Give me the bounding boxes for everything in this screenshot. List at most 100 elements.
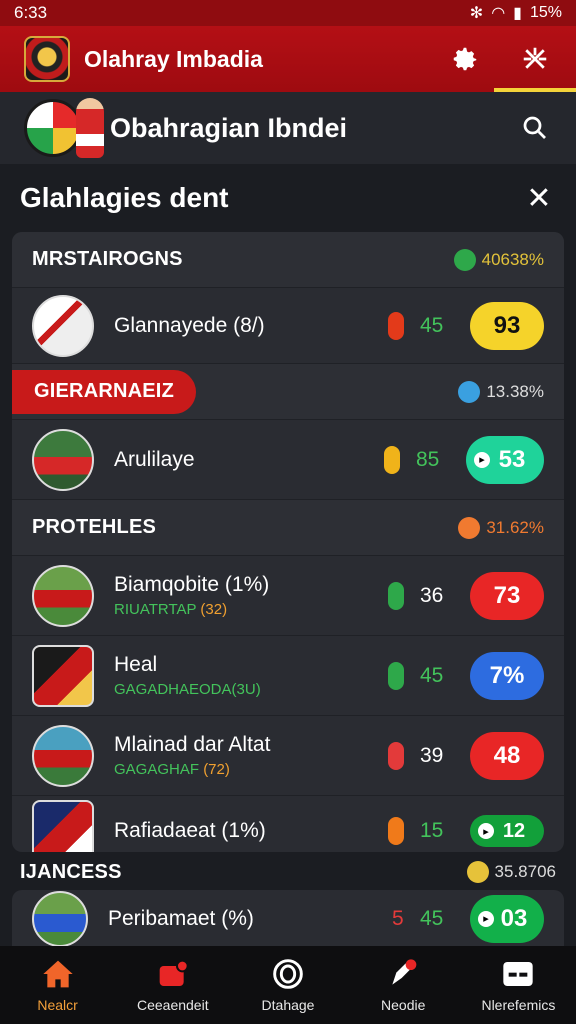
list-item[interactable]: Mlainad dar Altat GAGAGHAF (72) 39 48 (12, 716, 564, 796)
wifi-icon: ◠ (491, 5, 506, 22)
player-avatar (32, 294, 94, 357)
score-badge[interactable]: 93 (470, 301, 544, 350)
nav-item-home[interactable]: Nealcr (0, 946, 115, 1024)
player-subscore: (32) (200, 601, 228, 618)
score-badge[interactable]: ▸ 53 (466, 435, 544, 484)
player-position: GAGAGHAF (114, 761, 200, 778)
player-stat: 45 (420, 906, 444, 930)
app-bar: Olahray Imbadia (0, 26, 576, 92)
play-icon: ▸ (474, 451, 490, 468)
section-percent: 35.8706 (494, 862, 556, 881)
network-icon[interactable] (518, 42, 552, 76)
player-stat: 39 (420, 743, 444, 767)
player-avatar (32, 890, 88, 947)
player-stat: 85 (416, 447, 440, 471)
player-name: Heal (114, 653, 158, 676)
status-time: 6:33 (14, 3, 48, 22)
signal-icon: ▮ (513, 5, 522, 22)
player-name: Glannayede (8/) (114, 313, 265, 337)
list-item[interactable]: Rafiadaeat (1%) 15 ▸ 12 (12, 796, 564, 852)
club-logo (24, 36, 70, 82)
player-position: GAGADHAEODA(3U) (114, 681, 261, 698)
score-badge[interactable]: ▸ 12 (470, 815, 544, 847)
player-position: RIUATRTAP (114, 601, 197, 618)
club-crest (32, 644, 94, 707)
trophy-icon (453, 248, 476, 271)
section-label: MRSTAIROGNS (32, 248, 183, 270)
nav-item-circle[interactable]: Dtahage (230, 946, 345, 1024)
profile-bar: Obahragian Ibndei (0, 92, 576, 164)
player-stat: 15 (420, 819, 444, 842)
gear-icon[interactable] (448, 42, 482, 76)
section-percent: 13.38% (486, 381, 544, 401)
section-header: IJANCESS 35.8706 (12, 854, 564, 890)
close-icon[interactable]: ✕ (522, 181, 556, 216)
nav-item-pen[interactable]: Neodie (346, 946, 461, 1024)
pen-icon (386, 957, 420, 991)
status-pill-icon (388, 741, 404, 770)
card-icon (501, 957, 535, 991)
player-stat: 45 (420, 663, 444, 687)
bluetooth-icon: ✻ (469, 5, 484, 22)
status-pill-icon (388, 661, 404, 690)
player-avatar (32, 724, 94, 787)
trophy-icon (458, 516, 481, 539)
play-icon: ▸ (478, 823, 494, 839)
nav-item-card[interactable]: Nlerefemics (461, 946, 576, 1024)
panel-title: Glahlagies dent (20, 182, 229, 213)
club-crest (32, 800, 94, 852)
list-item[interactable]: Heal GAGADHAEODA(3U) 45 7% (12, 636, 564, 716)
circle-icon (271, 957, 305, 991)
nav-item-media[interactable]: Ceeaendeit (115, 946, 230, 1024)
player-stat: 45 (420, 313, 444, 337)
home-icon (41, 957, 75, 991)
player-figure (76, 98, 104, 158)
section-header: PROTEHLES 31.62% (12, 500, 564, 556)
play-icon: ▸ (478, 910, 494, 927)
section-label: PROTEHLES (32, 516, 157, 538)
list-item[interactable]: Peribamaet (%) 5 45 ▸ 03 (12, 890, 564, 948)
panel-header: Glahlagies dent ✕ (0, 164, 576, 232)
media-icon (156, 957, 190, 991)
section-header: MRSTAIROGNS 40638% (12, 232, 564, 288)
list-item[interactable]: Glannayede (8/) 45 93 (12, 288, 564, 364)
player-avatar (32, 564, 94, 627)
drop-icon (458, 380, 481, 403)
status-pill-icon (384, 445, 400, 474)
section-percent: 40638% (481, 249, 544, 269)
player-name: Biamqobite (1%) (114, 573, 270, 596)
player-name: Peribamaet (%) (108, 906, 254, 930)
section-label: GIERARNAEIZ (34, 380, 174, 402)
player-subscore: (72) (203, 761, 230, 778)
status-bar: 6:33 ✻ ◠ ▮ 15% (0, 0, 576, 26)
bottom-section: IJANCESS 35.8706 Peribamaet (%) 5 45 ▸ 03 (12, 852, 564, 948)
status-icons: ✻ ◠ ▮ 15% (470, 3, 562, 23)
section-highlight: GIERARNAEIZ (12, 369, 196, 414)
bottom-nav: Nealcr Ceeaendeit Dtahage Neodie Nlerefe… (0, 946, 576, 1024)
player-avatar (32, 428, 94, 491)
player-stat: 36 (420, 583, 444, 607)
list-item[interactable]: Biamqobite (1%) RIUATRTAP (32) 36 73 (12, 556, 564, 636)
section-label: IJANCESS (20, 860, 122, 883)
player-list-card: MRSTAIROGNS 40638% Glannayede (8/) 45 93… (12, 232, 564, 852)
search-icon[interactable] (518, 111, 552, 145)
profile-avatar[interactable] (24, 99, 82, 157)
section-header: GIERARNAEIZ 13.38% (12, 364, 564, 420)
list-item[interactable]: Arulilaye 85 ▸ 53 (12, 420, 564, 500)
status-pill-icon (388, 311, 404, 340)
app-title: Olahray Imbadia (84, 45, 263, 72)
score-badge[interactable]: 73 (470, 571, 544, 620)
section-percent: 31.62% (486, 517, 544, 537)
status-pill-icon (388, 581, 404, 610)
player-name: Arulilaye (114, 447, 195, 471)
profile-name: Obahragian Ibndei (110, 112, 348, 143)
score-badge[interactable]: ▸ 03 (470, 894, 544, 943)
score-badge[interactable]: 7% (470, 651, 544, 700)
status-pill-icon (388, 817, 404, 845)
player-name: Rafiadaeat (1%) (114, 819, 266, 842)
player-name: Mlainad dar Altat (114, 733, 271, 756)
trophy-icon (466, 861, 489, 883)
battery-level: 15% (529, 4, 562, 21)
score-badge[interactable]: 48 (470, 731, 544, 780)
player-stat-a: 5 (392, 906, 404, 930)
